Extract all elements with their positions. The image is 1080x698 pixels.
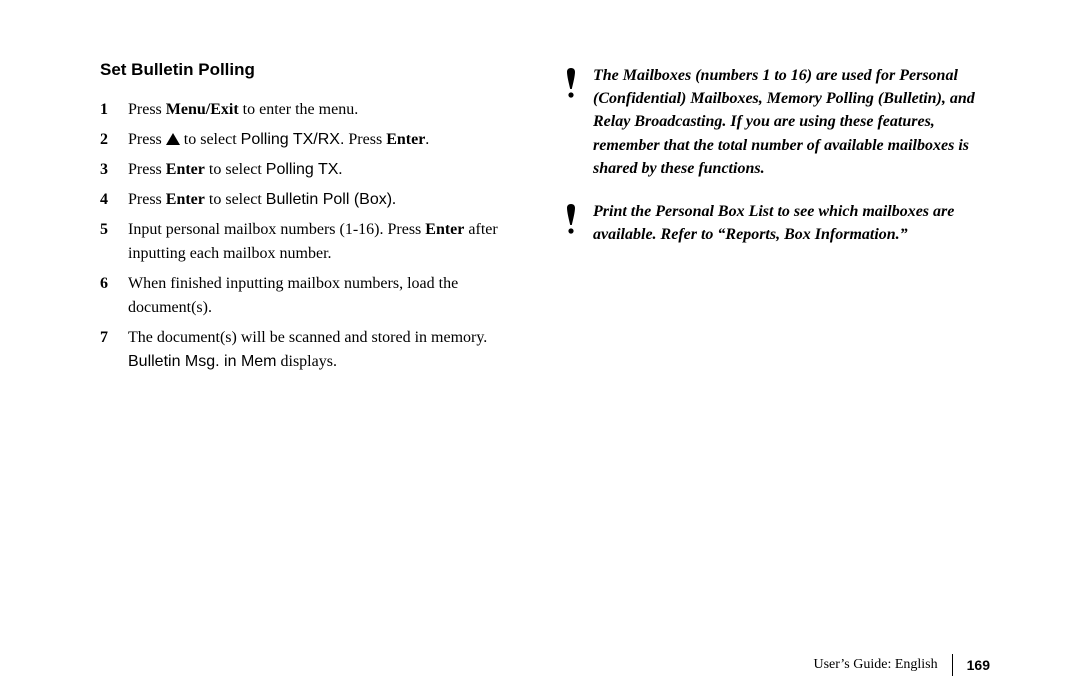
step-row: 1 Press Menu/Exit to enter the menu. (100, 98, 527, 122)
footer-separator (952, 654, 953, 676)
notes-list: The Mailboxes (numbers 1 to 16) are used… (563, 60, 990, 246)
footer-page-number: 169 (967, 657, 990, 673)
exclamation-icon (563, 200, 579, 246)
note-item: Print the Personal Box List to see which… (563, 200, 990, 246)
step-text: Press Enter to select Bulletin Poll (Box… (128, 188, 396, 212)
note-text: The Mailboxes (numbers 1 to 16) are used… (593, 64, 990, 180)
step-row: 5 Input personal mailbox numbers (1-16). … (100, 218, 527, 266)
steps-list: 1 Press Menu/Exit to enter the menu. 2 Pres… (100, 98, 527, 374)
step-number: 5 (100, 218, 110, 266)
step-row: 6 When finished inputting mailbox numbers… (100, 272, 527, 320)
note-item: The Mailboxes (numbers 1 to 16) are used… (563, 64, 990, 180)
step-text: When finished inputting mailbox numbers,… (128, 272, 527, 320)
step-text: Input personal mailbox numbers (1-16). P… (128, 218, 527, 266)
step-number: 4 (100, 188, 110, 212)
step-text: The document(s) will be scanned and stor… (128, 326, 527, 374)
step-row: 7 The document(s) will be scanned and sto… (100, 326, 527, 374)
step-number: 1 (100, 98, 110, 122)
step-text: Press Enter to select Polling TX. (128, 158, 342, 182)
step-row: 3 Press Enter to select Polling TX. (100, 158, 527, 182)
step-number: 7 (100, 326, 110, 374)
step-number: 3 (100, 158, 110, 182)
step-number: 2 (100, 128, 110, 152)
footer-text: User’s Guide: English (813, 657, 937, 673)
step-text: Press to select Polling TX/RX. Press Ent… (128, 128, 429, 152)
section-heading: Set Bulletin Polling (100, 60, 527, 80)
step-text: Press Menu/Exit to enter the menu. (128, 98, 358, 122)
exclamation-icon (563, 64, 579, 180)
note-text: Print the Personal Box List to see which… (593, 200, 990, 246)
step-number: 6 (100, 272, 110, 320)
step-row: 2 Press to select Polling TX/RX. Press En… (100, 128, 527, 152)
up-arrow-icon (166, 133, 180, 145)
page-footer: User’s Guide: English 169 (813, 654, 990, 676)
step-row: 4 Press Enter to select Bulletin Poll (Bo… (100, 188, 527, 212)
